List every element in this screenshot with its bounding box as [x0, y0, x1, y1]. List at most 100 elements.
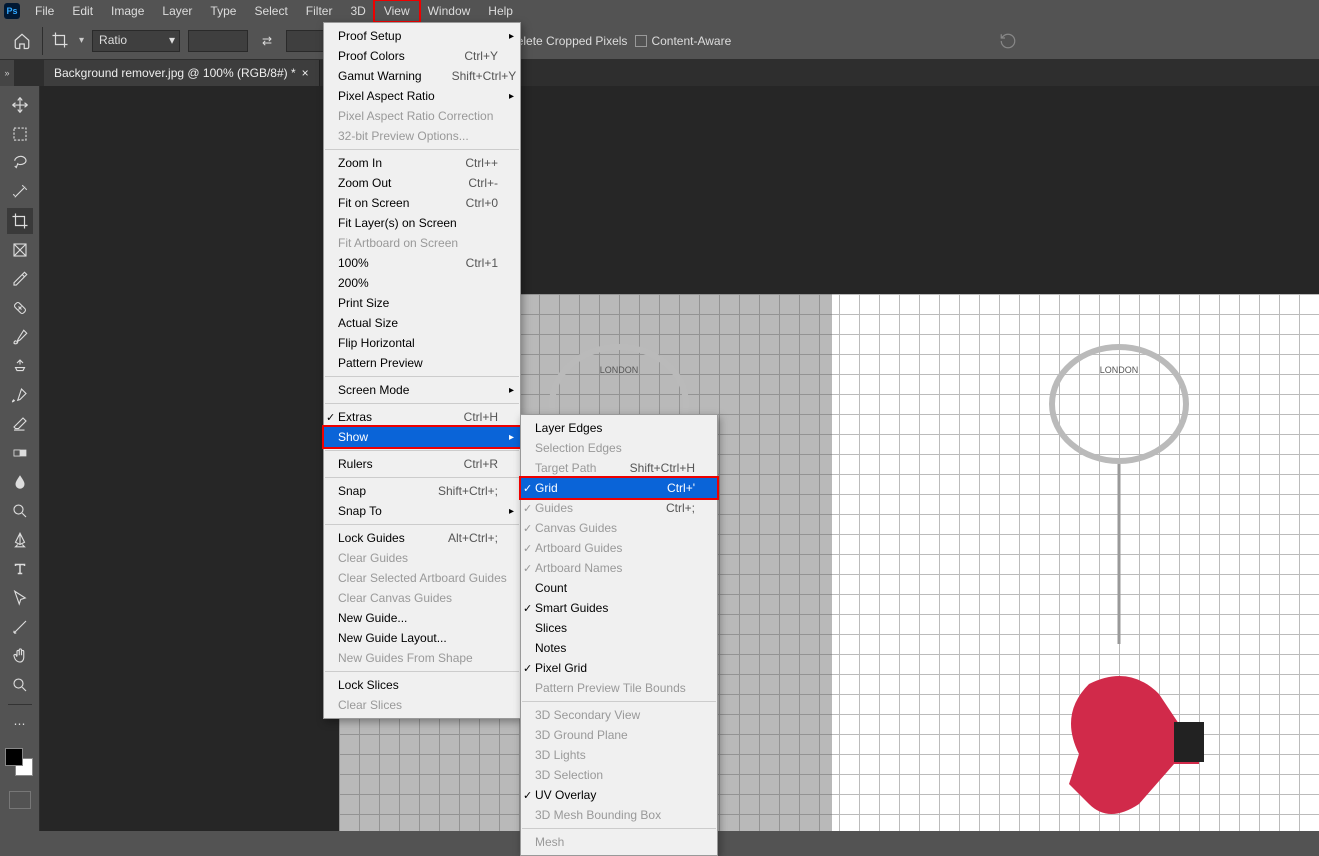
menu-item-screen-mode[interactable]: Screen Mode▸ [324, 380, 520, 400]
lasso-tool[interactable] [7, 150, 33, 176]
checkbox-icon [635, 35, 647, 47]
menu-item-snap-to[interactable]: Snap To▸ [324, 501, 520, 521]
menu-separator [325, 477, 519, 478]
edit-toolbar-button[interactable]: ⋯ [7, 711, 33, 737]
menu-item-100-[interactable]: 100%Ctrl+1 [324, 253, 520, 273]
content-aware-label: Content-Aware [651, 34, 731, 48]
menu-item-slices[interactable]: Slices [521, 618, 717, 638]
options-bar: ▾ Ratio▾ ⇄ Clear Delete Cropped Pixels C… [0, 22, 1319, 60]
ratio-label: Ratio [99, 33, 127, 47]
history-brush-tool[interactable] [7, 382, 33, 408]
menu-item-artboard-names: ✓Artboard Names [521, 558, 717, 578]
home-button[interactable] [10, 29, 34, 53]
menu-item-layer-edges[interactable]: Layer Edges [521, 418, 717, 438]
document-tab-title: Background remover.jpg @ 100% (RGB/8#) * [54, 66, 296, 80]
menu-item-gamut-warning[interactable]: Gamut WarningShift+Ctrl+Y [324, 66, 520, 86]
menu-item-guides: ✓GuidesCtrl+; [521, 498, 717, 518]
type-tool[interactable] [7, 556, 33, 582]
brush-tool[interactable] [7, 324, 33, 350]
menu-separator [522, 828, 716, 829]
reset-crop-button[interactable] [997, 30, 1019, 52]
crop-tool[interactable] [7, 208, 33, 234]
menu-item-zoom-out[interactable]: Zoom OutCtrl+- [324, 173, 520, 193]
eyedropper-tool[interactable] [7, 266, 33, 292]
menu-item-show[interactable]: Show▸ [324, 427, 520, 447]
menu-item-proof-colors[interactable]: Proof ColorsCtrl+Y [324, 46, 520, 66]
menu-item-pixel-aspect-ratio[interactable]: Pixel Aspect Ratio▸ [324, 86, 520, 106]
gradient-tool[interactable] [7, 440, 33, 466]
menu-type[interactable]: Type [201, 1, 245, 21]
magic-wand-tool[interactable] [7, 179, 33, 205]
menu-item-lock-slices[interactable]: Lock Slices [324, 675, 520, 695]
menu-item-notes[interactable]: Notes [521, 638, 717, 658]
menu-help[interactable]: Help [479, 1, 522, 21]
menu-file[interactable]: File [26, 1, 63, 21]
marquee-tool[interactable] [7, 121, 33, 147]
menu-item-proof-setup[interactable]: Proof Setup▸ [324, 26, 520, 46]
menu-select[interactable]: Select [245, 1, 296, 21]
menu-item-3d-selection: 3D Selection [521, 765, 717, 785]
menu-item-rulers[interactable]: RulersCtrl+R [324, 454, 520, 474]
menu-item-pattern-preview[interactable]: Pattern Preview [324, 353, 520, 373]
menu-view[interactable]: View [375, 1, 419, 21]
quick-mask-button[interactable] [9, 791, 31, 809]
menu-image[interactable]: Image [102, 1, 153, 21]
menu-item-new-guide-[interactable]: New Guide... [324, 608, 520, 628]
delete-cropped-label: Delete Cropped Pixels [508, 34, 627, 48]
menu-item-new-guide-layout-[interactable]: New Guide Layout... [324, 628, 520, 648]
menu-item-pattern-preview-tile-bounds: Pattern Preview Tile Bounds [521, 678, 717, 698]
blur-tool[interactable] [7, 469, 33, 495]
menu-item-snap[interactable]: SnapShift+Ctrl+; [324, 481, 520, 501]
width-input[interactable] [188, 30, 248, 52]
menu-item-flip-horizontal[interactable]: Flip Horizontal [324, 333, 520, 353]
menu-separator [325, 671, 519, 672]
shape-tool[interactable] [7, 614, 33, 640]
menu-item-fit-on-screen[interactable]: Fit on ScreenCtrl+0 [324, 193, 520, 213]
foreground-color[interactable] [5, 748, 23, 766]
menu-item-grid[interactable]: ✓GridCtrl+' [521, 478, 717, 498]
crop-tool-indicator[interactable] [51, 31, 71, 51]
document-tab[interactable]: Background remover.jpg @ 100% (RGB/8#) *… [44, 60, 320, 86]
menu-item-lock-guides[interactable]: Lock GuidesAlt+Ctrl+; [324, 528, 520, 548]
menu-edit[interactable]: Edit [63, 1, 102, 21]
zoom-tool[interactable] [7, 672, 33, 698]
hand-tool[interactable] [7, 643, 33, 669]
menu-item-uv-overlay[interactable]: ✓UV Overlay [521, 785, 717, 805]
move-tool[interactable] [7, 92, 33, 118]
pen-tool[interactable] [7, 527, 33, 553]
eraser-tool[interactable] [7, 411, 33, 437]
menu-item-actual-size[interactable]: Actual Size [324, 313, 520, 333]
menu-item-smart-guides[interactable]: ✓Smart Guides [521, 598, 717, 618]
expand-panel-button[interactable]: » [0, 60, 14, 86]
menu-item-pixel-grid[interactable]: ✓Pixel Grid [521, 658, 717, 678]
menu-item-mesh: Mesh [521, 832, 717, 852]
close-tab-button[interactable]: × [302, 66, 309, 80]
menu-item-print-size[interactable]: Print Size [324, 293, 520, 313]
frame-tool[interactable] [7, 237, 33, 263]
tools-panel: ⋯ [0, 86, 40, 831]
menu-item-3d-mesh-bounding-box: 3D Mesh Bounding Box [521, 805, 717, 825]
menu-item-zoom-in[interactable]: Zoom InCtrl++ [324, 153, 520, 173]
content-aware-checkbox[interactable]: Content-Aware [635, 34, 731, 48]
menu-item-32-bit-preview-options-: 32-bit Preview Options... [324, 126, 520, 146]
menu-item-count[interactable]: Count [521, 578, 717, 598]
menu-layer[interactable]: Layer [153, 1, 201, 21]
clone-stamp-tool[interactable] [7, 353, 33, 379]
menu-item-artboard-guides: ✓Artboard Guides [521, 538, 717, 558]
menu-item-fit-layer-s-on-screen[interactable]: Fit Layer(s) on Screen [324, 213, 520, 233]
dodge-tool[interactable] [7, 498, 33, 524]
color-swatches[interactable] [5, 748, 35, 778]
document-tabs: Background remover.jpg @ 100% (RGB/8#) *… [0, 60, 1319, 86]
menu-separator [325, 376, 519, 377]
menu-filter[interactable]: Filter [297, 1, 342, 21]
menu-window[interactable]: Window [419, 1, 480, 21]
healing-tool[interactable] [7, 295, 33, 321]
menu-3d[interactable]: 3D [341, 1, 374, 21]
menu-item-200-[interactable]: 200% [324, 273, 520, 293]
ratio-preset-select[interactable]: Ratio▾ [92, 30, 180, 52]
path-select-tool[interactable] [7, 585, 33, 611]
menu-separator [325, 450, 519, 451]
swap-dims-button[interactable]: ⇄ [256, 30, 278, 52]
menu-item-canvas-guides: ✓Canvas Guides [521, 518, 717, 538]
menu-item-extras[interactable]: ✓ExtrasCtrl+H [324, 407, 520, 427]
